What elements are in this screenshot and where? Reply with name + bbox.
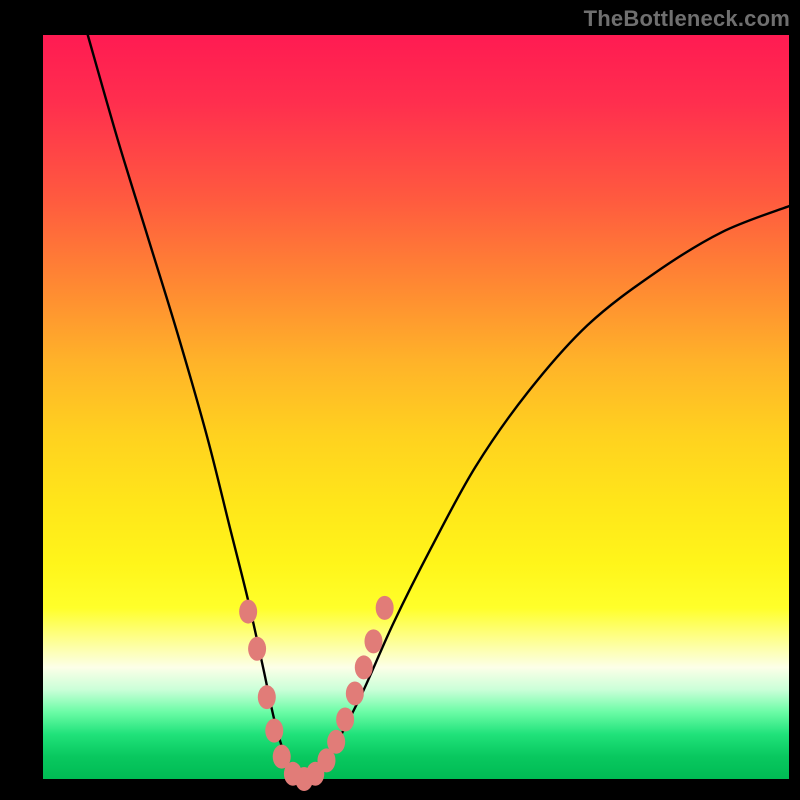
marker-point [248,637,266,661]
marker-point [364,629,382,653]
bottleneck-curve [88,35,789,779]
marker-point [258,685,276,709]
marker-point [336,707,354,731]
chart-overlay [43,35,789,779]
marker-point [239,600,257,624]
marker-point [327,730,345,754]
marker-point [346,681,364,705]
marker-point [265,719,283,743]
watermark-text: TheBottleneck.com [584,6,790,32]
marker-point [355,655,373,679]
marker-point [376,596,394,620]
highlight-markers [239,596,394,791]
chart-frame: TheBottleneck.com [0,0,800,800]
